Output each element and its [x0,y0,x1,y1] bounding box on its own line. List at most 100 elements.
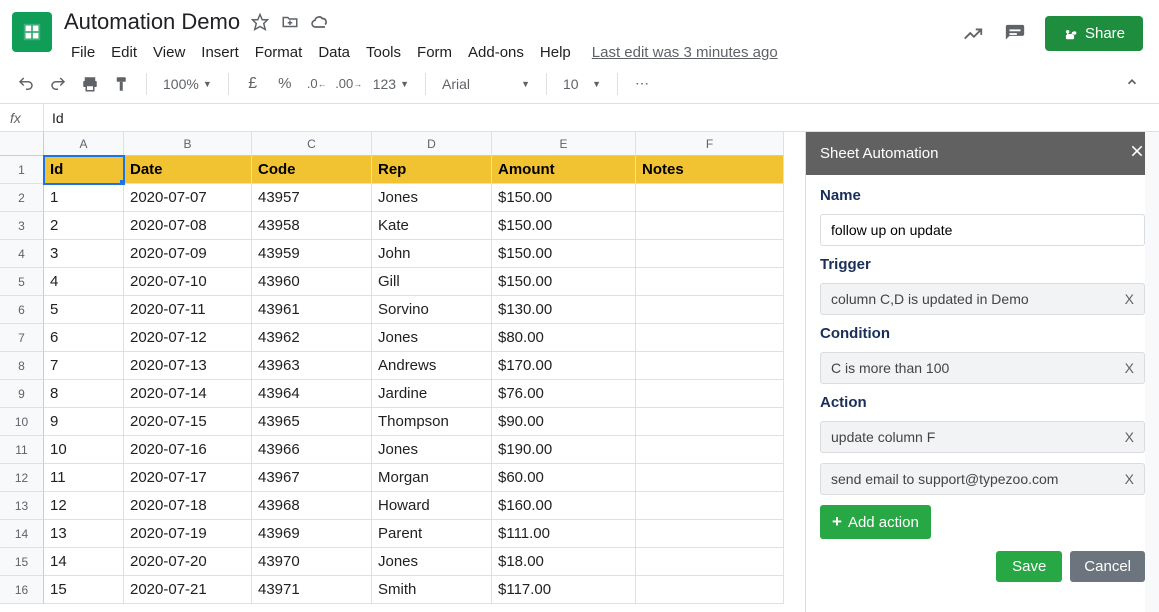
action-field-1[interactable]: update column F X [820,421,1145,453]
menu-help[interactable]: Help [533,40,578,65]
comments-icon[interactable] [1003,22,1027,46]
cell-id[interactable]: 5 [44,296,124,324]
menu-file[interactable]: File [64,40,102,65]
cell-rep[interactable]: Jones [372,436,492,464]
col-header-D[interactable]: D [372,132,492,156]
row-header-7[interactable]: 7 [0,324,44,352]
trigger-remove-icon[interactable]: X [1125,291,1134,307]
cell-amount[interactable]: $80.00 [492,324,636,352]
cell-notes[interactable] [636,380,784,408]
col-header-C[interactable]: C [252,132,372,156]
cell-date[interactable]: 2020-07-15 [124,408,252,436]
font-select[interactable]: Arial ▼ [436,74,536,94]
cell-notes[interactable] [636,464,784,492]
row-header-4[interactable]: 4 [0,240,44,268]
menu-view[interactable]: View [146,40,192,65]
collapse-toolbar-icon[interactable] [1117,71,1147,96]
cell-rep[interactable]: Morgan [372,464,492,492]
cell-code[interactable]: 43965 [252,408,372,436]
header-cell[interactable]: Notes [636,156,784,184]
cell-rep[interactable]: Smith [372,576,492,604]
cell-rep[interactable]: Parent [372,520,492,548]
cell-notes[interactable] [636,520,784,548]
menu-form[interactable]: Form [410,40,459,65]
cell-id[interactable]: 2 [44,212,124,240]
row-header-10[interactable]: 10 [0,408,44,436]
cell-code[interactable]: 43957 [252,184,372,212]
select-all-corner[interactable] [0,132,44,156]
decrease-decimal-icon[interactable]: .0← [303,70,331,98]
percent-icon[interactable]: % [271,70,299,98]
add-action-button[interactable]: + Add action [820,505,931,539]
cell-notes[interactable] [636,436,784,464]
cell-date[interactable]: 2020-07-09 [124,240,252,268]
cell-id[interactable]: 6 [44,324,124,352]
cell-id[interactable]: 14 [44,548,124,576]
number-format-select[interactable]: 123 ▼ [367,74,415,94]
cell-rep[interactable]: Kate [372,212,492,240]
row-header-11[interactable]: 11 [0,436,44,464]
cell-code[interactable]: 43969 [252,520,372,548]
row-header-9[interactable]: 9 [0,380,44,408]
cell-rep[interactable]: Jardine [372,380,492,408]
row-header-15[interactable]: 15 [0,548,44,576]
cell-code[interactable]: 43958 [252,212,372,240]
cell-id[interactable]: 9 [44,408,124,436]
col-header-E[interactable]: E [492,132,636,156]
cell-id[interactable]: 12 [44,492,124,520]
close-icon[interactable] [1129,142,1145,165]
cell-amount[interactable]: $76.00 [492,380,636,408]
move-folder-icon[interactable] [280,12,300,32]
cell-rep[interactable]: Sorvino [372,296,492,324]
cell-notes[interactable] [636,324,784,352]
row-header-2[interactable]: 2 [0,184,44,212]
cell-date[interactable]: 2020-07-08 [124,212,252,240]
cell-amount[interactable]: $111.00 [492,520,636,548]
cell-date[interactable]: 2020-07-07 [124,184,252,212]
currency-pound-icon[interactable]: £ [239,70,267,98]
cell-id[interactable]: 3 [44,240,124,268]
cell-amount[interactable]: $130.00 [492,296,636,324]
star-icon[interactable] [250,12,270,32]
cell-notes[interactable] [636,268,784,296]
cell-amount[interactable]: $90.00 [492,408,636,436]
paint-format-icon[interactable] [108,70,136,98]
cell-notes[interactable] [636,548,784,576]
cell-notes[interactable] [636,408,784,436]
cell-amount[interactable]: $150.00 [492,184,636,212]
col-header-B[interactable]: B [124,132,252,156]
menu-data[interactable]: Data [311,40,357,65]
cell-code[interactable]: 43959 [252,240,372,268]
trigger-field[interactable]: column C,D is updated in Demo X [820,283,1145,315]
row-header-8[interactable]: 8 [0,352,44,380]
header-cell[interactable]: Code [252,156,372,184]
spreadsheet-grid[interactable]: ABCDEF1IdDateCodeRepAmountNotes212020-07… [0,132,805,604]
fx-label[interactable]: fx [0,104,44,131]
menu-add-ons[interactable]: Add-ons [461,40,531,65]
cell-amount[interactable]: $117.00 [492,576,636,604]
cell-rep[interactable]: Thompson [372,408,492,436]
cell-id[interactable]: 13 [44,520,124,548]
document-title[interactable]: Automation Demo [64,9,240,35]
menu-format[interactable]: Format [248,40,310,65]
col-header-A[interactable]: A [44,132,124,156]
header-cell[interactable]: Id [44,156,124,184]
cell-id[interactable]: 7 [44,352,124,380]
row-header-14[interactable]: 14 [0,520,44,548]
vertical-scrollbar[interactable] [1145,132,1159,612]
cell-code[interactable]: 43968 [252,492,372,520]
cell-date[interactable]: 2020-07-17 [124,464,252,492]
last-edit-link[interactable]: Last edit was 3 minutes ago [592,44,778,61]
cell-date[interactable]: 2020-07-20 [124,548,252,576]
cell-amount[interactable]: $18.00 [492,548,636,576]
cell-code[interactable]: 43971 [252,576,372,604]
cell-amount[interactable]: $160.00 [492,492,636,520]
formula-value[interactable]: Id [44,110,1159,126]
cell-notes[interactable] [636,184,784,212]
menu-edit[interactable]: Edit [104,40,144,65]
cell-notes[interactable] [636,352,784,380]
more-tools-icon[interactable]: ⋯ [628,70,656,98]
font-size-select[interactable]: 10 ▼ [557,74,607,94]
cell-date[interactable]: 2020-07-19 [124,520,252,548]
cell-amount[interactable]: $150.00 [492,212,636,240]
